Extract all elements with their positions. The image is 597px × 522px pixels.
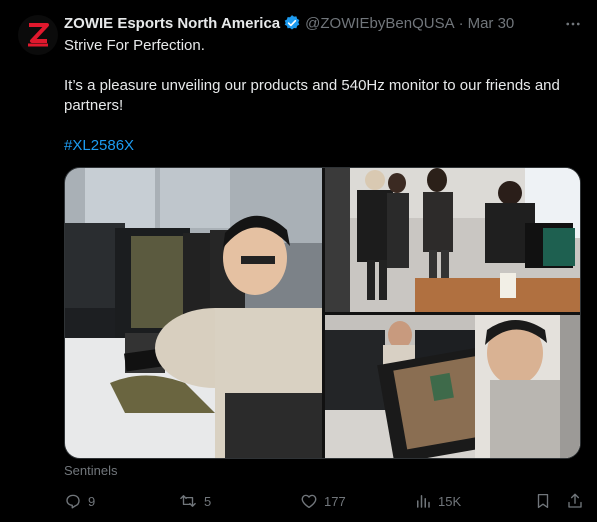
reply-button[interactable]: 9 [64,490,95,512]
bookmark-button[interactable] [534,490,552,512]
text-spacer [64,116,584,136]
views-chart-icon [417,495,430,508]
heart-icon [301,494,317,509]
action-bar: 9 5 177 15K [64,490,584,512]
photo-gamer-at-monitor[interactable] [65,168,322,458]
reply-icon [66,494,80,509]
like-count: 177 [324,493,346,509]
retweet-icon [180,495,196,507]
tweet-date[interactable]: Mar 30 [468,15,515,32]
views-button[interactable]: 15K [414,490,461,512]
views-count: 15K [438,493,462,509]
tagged-account[interactable]: Sentinels [64,463,117,478]
tweet-header: ZOWIE Esports North America @ZOWIEbyBenQ… [64,13,585,33]
photo-player-closeup[interactable] [325,315,580,458]
text-spacer [64,56,584,76]
photo-group-demo[interactable] [325,168,580,312]
retweet-button[interactable]: 5 [178,490,211,512]
share-icon [568,493,582,508]
zowie-logo-icon [28,23,49,47]
verified-badge-icon[interactable] [283,14,301,32]
reply-count: 9 [88,493,96,509]
like-button[interactable]: 177 [300,490,346,512]
separator: · [458,14,464,32]
tweet[interactable]: ZOWIE Esports North America @ZOWIEbyBenQ… [0,0,597,522]
author-handle[interactable]: @ZOWIEbyBenQUSA [305,15,454,32]
tweet-text: Strive For Perfection. It’s a pleasure u… [64,36,584,156]
retweet-count: 5 [204,493,212,509]
more-options-icon[interactable] [563,14,583,34]
hashtag-link[interactable]: #XL2586X [64,137,134,154]
tweet-text-line2: It’s a pleasure unveiling our products a… [64,77,560,114]
author-name[interactable]: ZOWIE Esports North America [64,15,280,32]
tweet-text-line1: Strive For Perfection. [64,37,205,54]
bookmark-icon [537,493,549,509]
avatar[interactable] [18,15,58,55]
media-grid [64,167,581,459]
share-button[interactable] [566,490,584,512]
